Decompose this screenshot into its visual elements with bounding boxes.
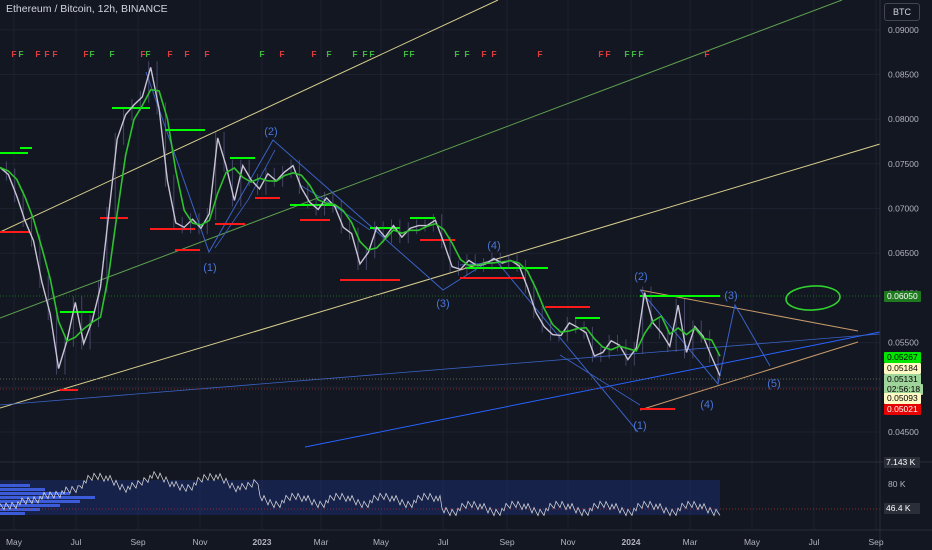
- x-tick-label: Sep: [130, 537, 145, 547]
- fractal-marker: F: [259, 49, 264, 59]
- fractal-marker: F: [83, 49, 88, 59]
- fractal-marker: F: [464, 49, 469, 59]
- fractal-marker: F: [704, 49, 709, 59]
- fractal-marker: F: [454, 49, 459, 59]
- fractal-marker: F: [598, 49, 603, 59]
- y-tick-label: 0.06500: [888, 248, 919, 258]
- price-tag: 0.06050: [884, 291, 921, 302]
- volume-profile-bar: [0, 488, 45, 491]
- wave-label: (2): [634, 271, 647, 283]
- wave-label: (1): [203, 262, 216, 274]
- x-tick-label: Nov: [192, 537, 208, 547]
- x-tick-label: Sep: [868, 537, 883, 547]
- price-tag: 0.05093: [884, 393, 921, 404]
- wave-label: (3): [724, 290, 737, 302]
- x-tick-label: Nov: [560, 537, 576, 547]
- x-tick-label: Jul: [809, 537, 820, 547]
- wave-label: (4): [487, 240, 500, 252]
- fractal-marker: F: [409, 49, 414, 59]
- fractal-marker: F: [537, 49, 542, 59]
- x-tick-label: Mar: [314, 537, 329, 547]
- wave-label: (3): [436, 298, 449, 310]
- currency-button[interactable]: BTC: [884, 3, 920, 21]
- price-tag: 0.05021: [884, 404, 921, 415]
- wave-label: (5): [767, 378, 780, 390]
- y-tick-label: 0.05500: [888, 338, 919, 348]
- fractal-marker: F: [204, 49, 209, 59]
- volume-profile-bar: [0, 484, 30, 487]
- fractal-marker: F: [631, 49, 636, 59]
- fractal-marker: F: [369, 49, 374, 59]
- volume-profile-band: [0, 480, 720, 515]
- price-tag: 0.05184: [884, 363, 921, 374]
- volume-tick-label: 80 K: [888, 479, 906, 489]
- volume-profile-bar: [0, 512, 25, 515]
- x-tick-label: Jul: [71, 537, 82, 547]
- y-tick-label: 0.07500: [888, 159, 919, 169]
- x-tick-label: Mar: [683, 537, 698, 547]
- time-axis: May Jul Sep Nov 2023 Mar May Jul Sep Nov 2024 Mar Ma…: [6, 537, 884, 547]
- fractal-marker: F: [167, 49, 172, 59]
- fractal-marker: F: [403, 49, 408, 59]
- chart-title: Ethereum / Bitcoin, 12h, BINANCE: [6, 3, 168, 15]
- wave-label: (4): [700, 399, 713, 411]
- volume-profile-bar: [0, 504, 60, 507]
- fractal-marker: F: [18, 49, 23, 59]
- fractal-marker: F: [279, 49, 284, 59]
- price-chart[interactable]: FFFFFFFFFFFFFFFFFFFFFFFFFFFFFFFFF (1)(2)…: [0, 0, 932, 550]
- x-tick-label: May: [6, 537, 23, 547]
- fractal-marker: F: [184, 49, 189, 59]
- y-tick-label: 0.07000: [888, 204, 919, 214]
- x-tick-label: 2024: [622, 537, 641, 547]
- fractal-marker: F: [481, 49, 486, 59]
- fractal-marker: F: [44, 49, 49, 59]
- x-tick-label: Sep: [499, 537, 514, 547]
- x-tick-label: 2023: [253, 537, 272, 547]
- fractal-marker: F: [11, 49, 16, 59]
- fractal-marker: F: [109, 49, 114, 59]
- fractal-marker: F: [491, 49, 496, 59]
- wave-label: (1): [633, 420, 646, 432]
- fractal-marker: F: [605, 49, 610, 59]
- y-tick-label: 0.08000: [888, 114, 919, 124]
- x-tick-label: May: [744, 537, 761, 547]
- fractal-marker: F: [326, 49, 331, 59]
- x-tick-label: May: [373, 537, 390, 547]
- volume-tag-label: 46.4 K: [886, 503, 911, 513]
- price-tag: 0.05267: [884, 352, 921, 363]
- fractal-marker: F: [362, 49, 367, 59]
- fractal-marker: F: [52, 49, 57, 59]
- fractal-marker: F: [352, 49, 357, 59]
- volume-profile-bar: [0, 508, 40, 511]
- fractal-marker: F: [311, 49, 316, 59]
- volume-profile-bar: [0, 492, 70, 495]
- y-tick-label: 0.04500: [888, 427, 919, 437]
- fractal-marker: F: [624, 49, 629, 59]
- fractal-marker: F: [35, 49, 40, 59]
- x-tick-label: Jul: [438, 537, 449, 547]
- y-tick-label: 0.09000: [888, 25, 919, 35]
- fractal-marker: F: [638, 49, 643, 59]
- y-tick-label: 0.08500: [888, 70, 919, 80]
- fractal-marker: F: [145, 49, 150, 59]
- fractal-marker: F: [89, 49, 94, 59]
- volume-tag-label: 7.143 K: [886, 457, 916, 467]
- wave-label: (2): [264, 126, 277, 138]
